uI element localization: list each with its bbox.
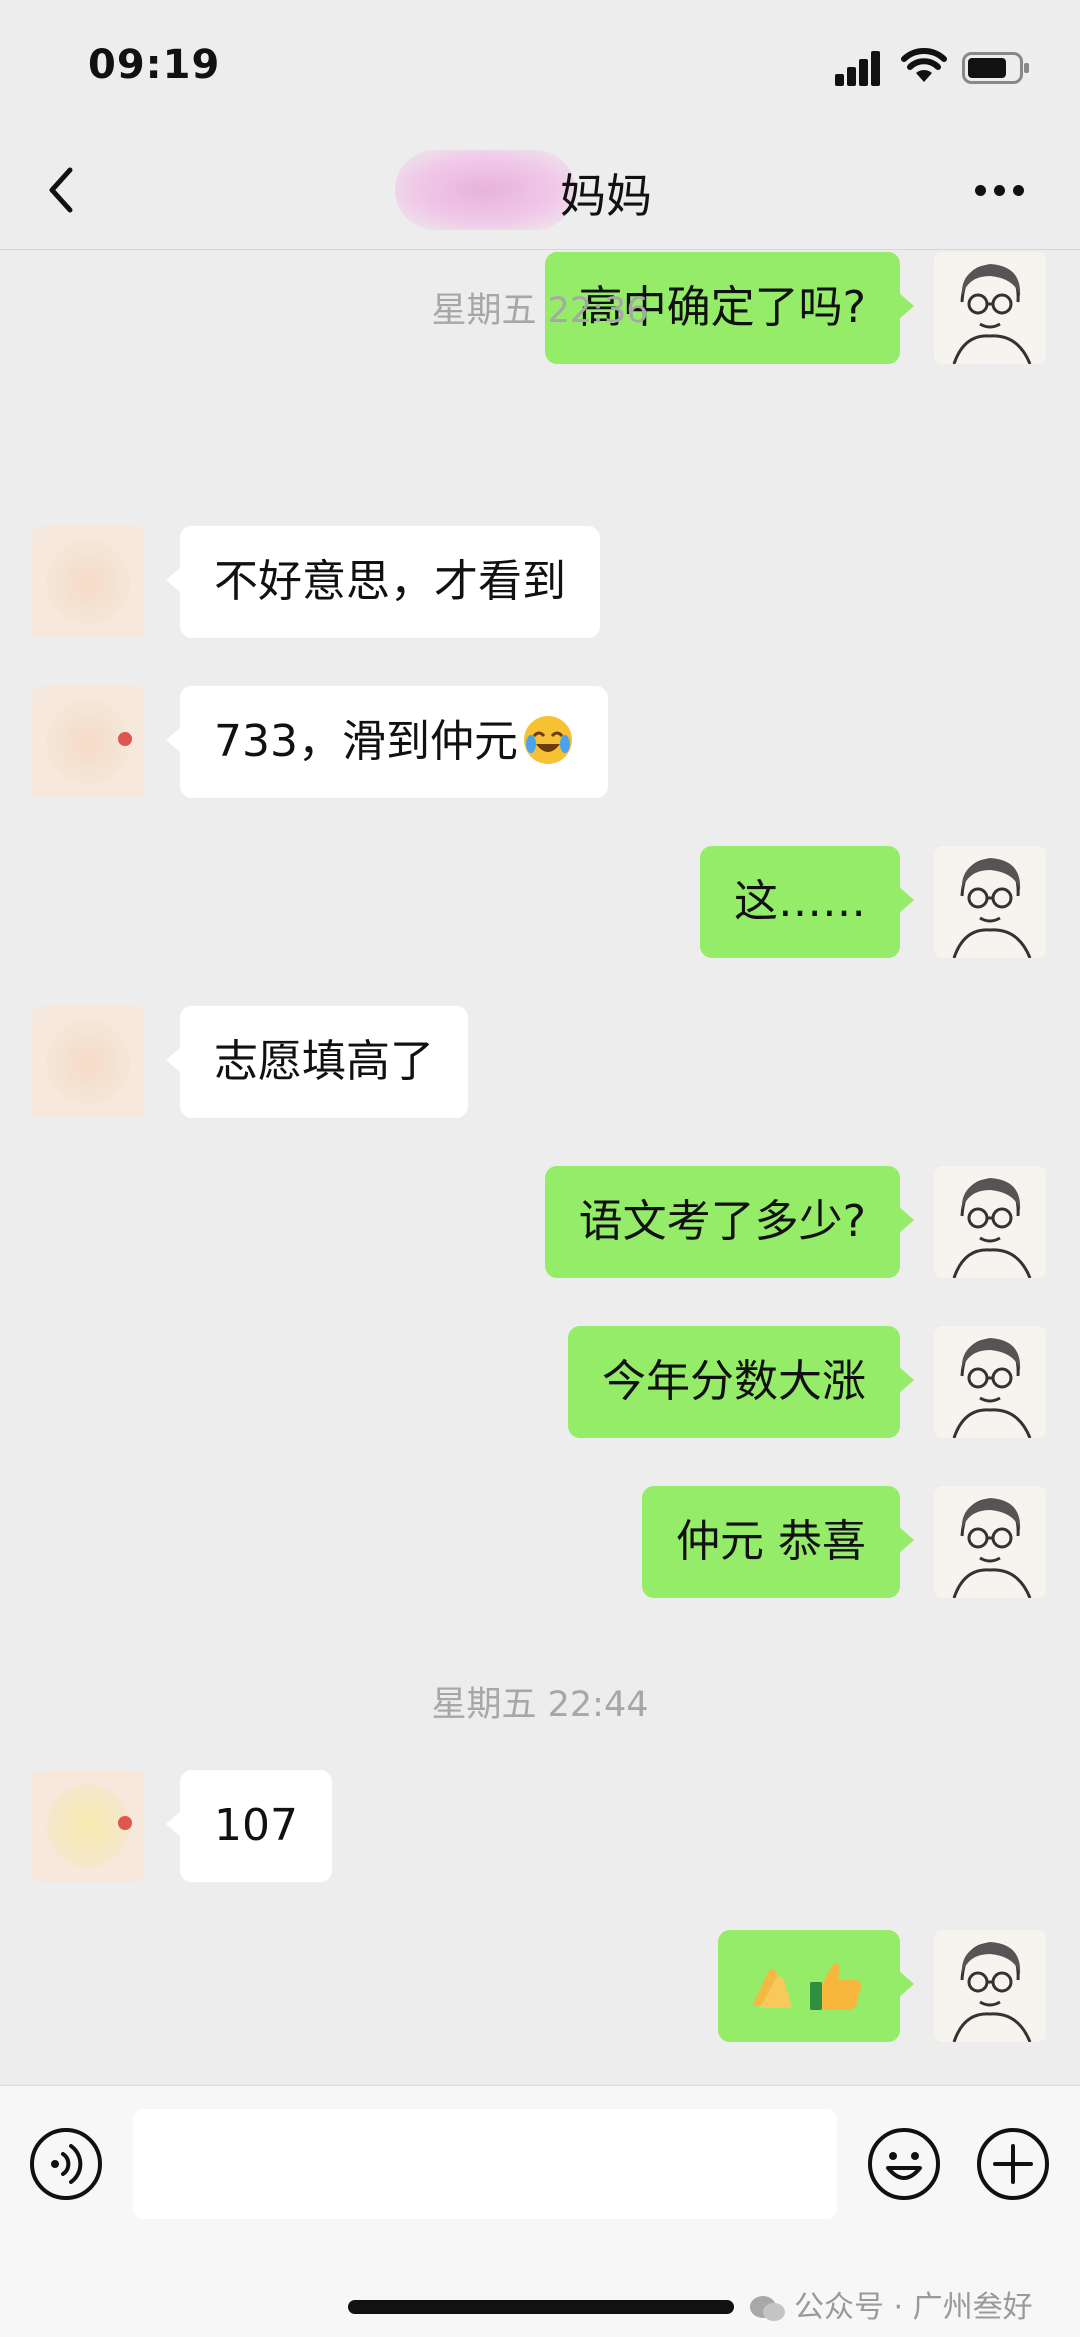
message-bubble-sent[interactable]: 仲元 恭喜 xyxy=(642,1486,914,1598)
message-bubble-received[interactable]: 107 xyxy=(166,1770,332,1882)
message-bubble-received[interactable]: 不好意思，才看到 xyxy=(166,526,600,638)
chevron-left-icon[interactable] xyxy=(40,160,80,220)
clap-and-thumbs-up-icon xyxy=(752,1963,862,2010)
message-bubble-received[interactable]: 733，滑到仲元 xyxy=(166,686,608,798)
plus-icon[interactable] xyxy=(975,2126,1051,2202)
message-input[interactable] xyxy=(133,2109,837,2219)
my-avatar[interactable] xyxy=(934,846,1046,958)
watermark: 公众号 · 广州叁好 xyxy=(748,2282,1033,2326)
message-text: 733，滑到仲元 xyxy=(214,716,518,767)
contact-avatar[interactable] xyxy=(32,1770,144,1882)
my-avatar[interactable] xyxy=(934,1166,1046,1278)
smiley-icon[interactable] xyxy=(866,2126,942,2202)
battery-icon xyxy=(962,52,1029,84)
crying-laughing-face-icon xyxy=(523,716,572,764)
message-bubble-sent[interactable]: 这…… xyxy=(700,846,914,958)
contact-avatar[interactable] xyxy=(32,526,144,638)
wechat-icon xyxy=(750,2295,785,2321)
contact-avatar[interactable] xyxy=(32,1006,144,1118)
message-bubble-received[interactable]: 志愿填高了 xyxy=(166,1006,468,1118)
contact-avatar[interactable] xyxy=(32,686,144,798)
message-bubble-sent[interactable]: 今年分数大涨 xyxy=(568,1326,914,1438)
ellipsis-icon[interactable] xyxy=(975,185,1025,197)
chat-screen: 09:19 妈妈 高中确定了吗? 星期五 22:36 不好意思，才看到 733，… xyxy=(0,0,1080,2337)
message-list: 高中确定了吗? 星期五 22:36 不好意思，才看到 733，滑到仲元 这…… … xyxy=(0,252,1080,2085)
message-bubble-sent[interactable] xyxy=(718,1930,914,2042)
status-bar: 09:19 xyxy=(0,0,1080,130)
my-avatar[interactable] xyxy=(934,1326,1046,1438)
message-bubble-sent[interactable]: 语文考了多少? xyxy=(544,1166,915,1278)
chat-title: 妈妈 xyxy=(560,169,652,223)
my-avatar[interactable] xyxy=(934,1486,1046,1598)
timestamp: 星期五 22:44 xyxy=(431,1685,649,1725)
chat-header: 妈妈 xyxy=(0,130,1080,250)
blurred-name-mask xyxy=(395,150,575,230)
wifi-icon xyxy=(901,48,947,82)
my-avatar[interactable] xyxy=(934,1930,1046,2042)
home-indicator[interactable] xyxy=(348,2300,734,2314)
status-time: 09:19 xyxy=(88,42,221,88)
watermark-text: 公众号 · 广州叁好 xyxy=(794,2290,1033,2325)
timestamp: 星期五 22:36 xyxy=(431,291,649,331)
voice-icon[interactable] xyxy=(28,2126,104,2202)
cellular-signal-icon xyxy=(835,50,883,86)
